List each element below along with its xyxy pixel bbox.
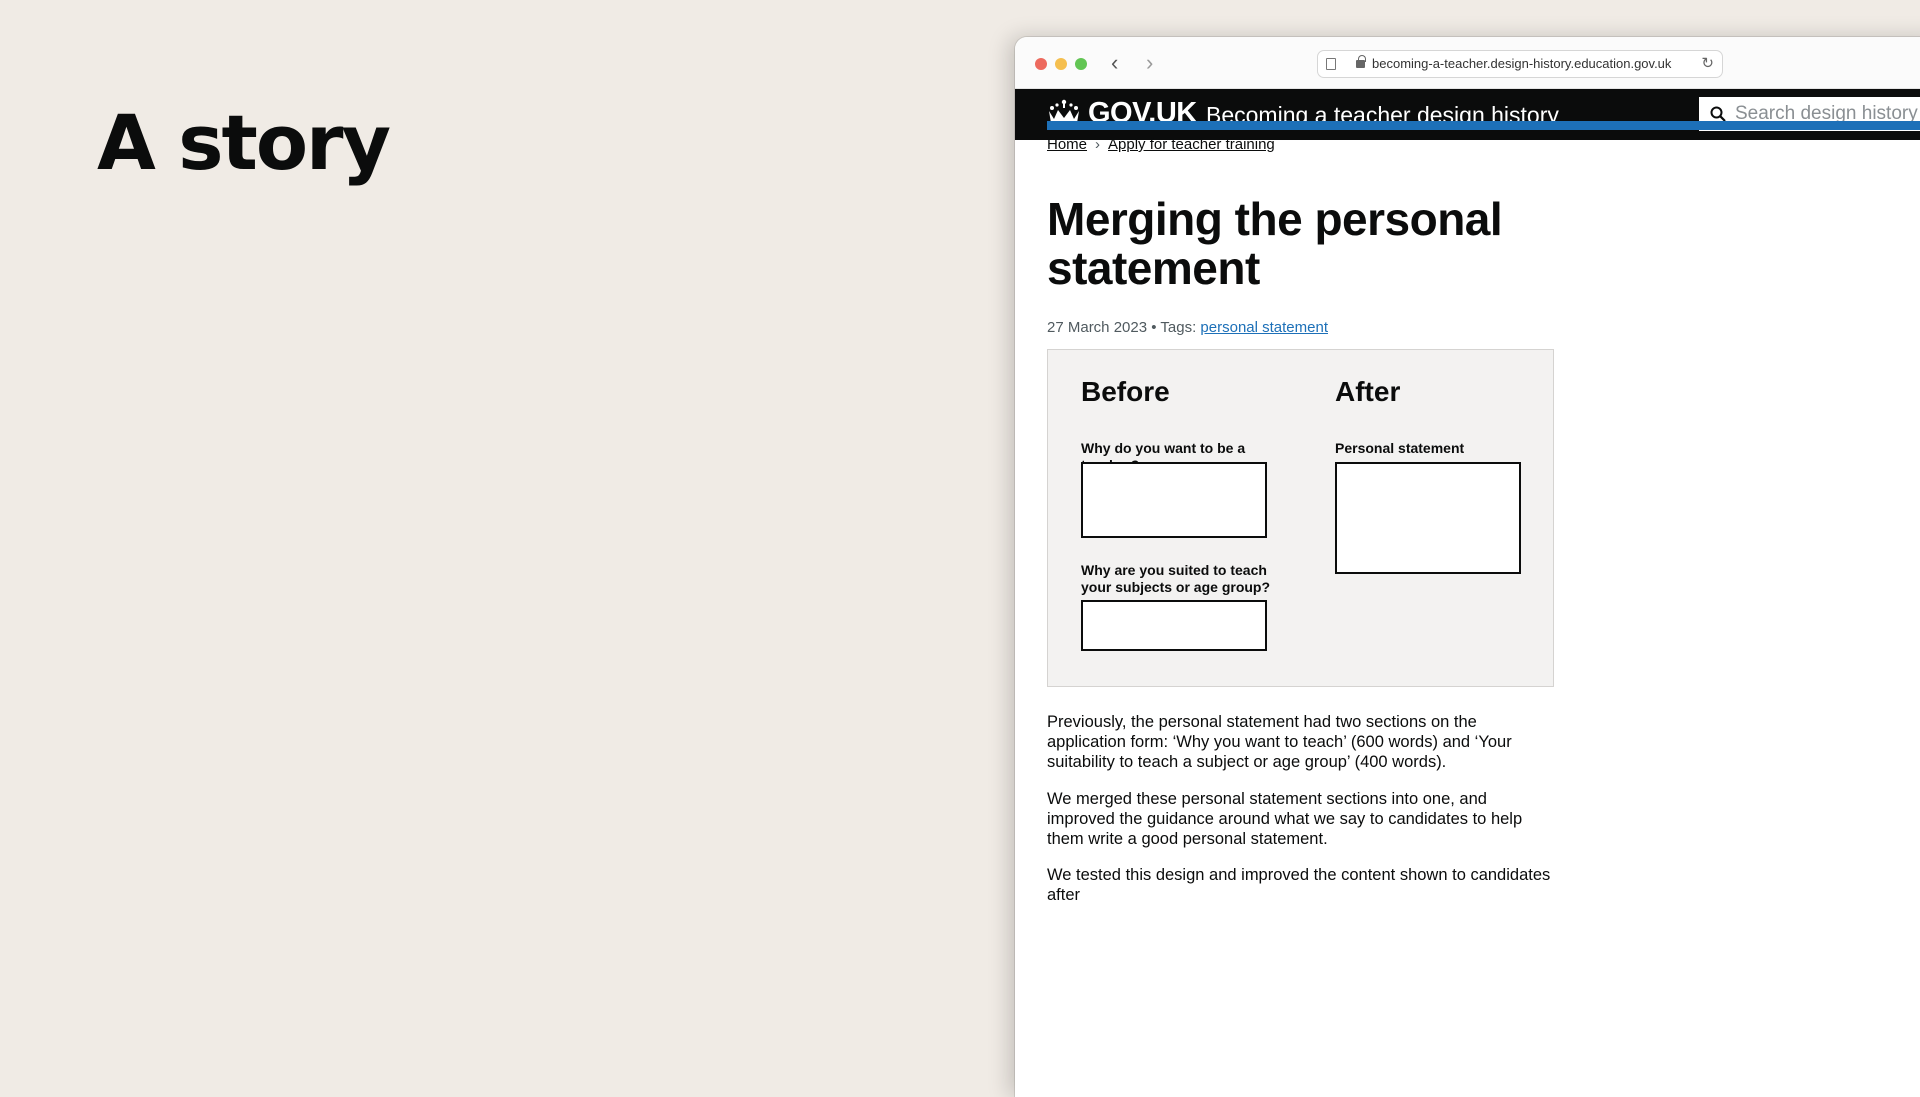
slide-title: A story [97,98,391,187]
body-paragraph: We merged these personal statement secti… [1047,790,1523,848]
before-field-label: Why are you suited to teach your subject… [1081,562,1271,595]
body-paragraph: We tested this design and improved the c… [1047,866,1551,904]
browser-window: ‹ › becoming-a-teacher.design-history.ed… [1015,37,1920,1097]
tag-link[interactable]: personal statement [1200,319,1328,336]
before-textarea [1081,600,1267,651]
maximize-window-button[interactable] [1075,58,1087,70]
address-url: becoming-a-teacher.design-history.educat… [1372,56,1672,71]
body-paragraph: Previously, the personal statement had t… [1047,713,1512,771]
before-heading: Before [1081,376,1170,407]
after-heading: After [1335,376,1401,407]
header-accent-bar [1047,121,1920,130]
comparison-figure: Before After Why do you want to be a tea… [1047,349,1554,687]
after-field-label: Personal statement [1335,440,1465,456]
close-window-button[interactable] [1035,58,1047,70]
address-bar[interactable]: becoming-a-teacher.design-history.educat… [1317,50,1723,78]
reload-icon[interactable]: ↻ [1701,51,1714,77]
minimize-window-button[interactable] [1055,58,1067,70]
article-date: 27 March 2023 [1047,319,1148,336]
forward-icon[interactable]: › [1146,49,1153,77]
breadcrumb-apply-link[interactable]: Apply for teacher training [1108,136,1275,153]
breadcrumb: Home › Apply for teacher training [1047,136,1275,153]
after-textarea [1335,462,1521,574]
browser-toolbar: ‹ › becoming-a-teacher.design-history.ed… [1015,37,1920,89]
before-textarea [1081,462,1267,538]
article-meta: 27 March 2023 • Tags: personal statement [1047,319,1328,336]
page-title: Merging the personal statement [1047,193,1503,294]
page-icon [1326,58,1336,70]
gov-header: GOV.UK Becoming a teacher design history [1015,89,1920,140]
search-icon[interactable] [1710,106,1726,122]
lock-icon [1356,55,1366,68]
breadcrumb-home-link[interactable]: Home [1047,136,1087,153]
tags-label: • Tags: [1151,319,1197,336]
back-icon[interactable]: ‹ [1111,49,1118,77]
chevron-right-icon: › [1095,136,1101,153]
